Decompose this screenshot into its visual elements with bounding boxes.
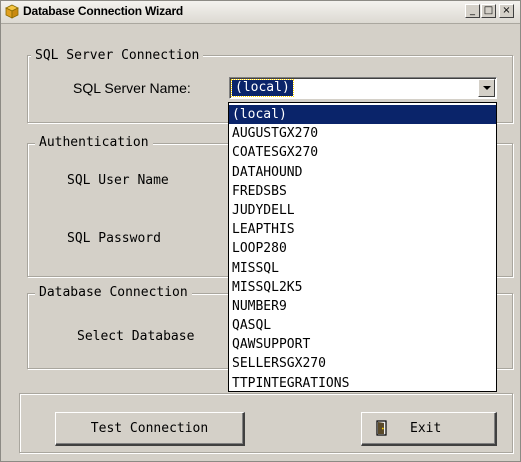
window-title: Database Connection Wizard — [23, 4, 184, 18]
dropdown-option[interactable]: NUMBER9 — [229, 297, 496, 316]
wizard-window: Database Connection Wizard _ □ × SQL Ser… — [0, 0, 521, 462]
dropdown-option[interactable]: MISSQL2K5 — [229, 278, 496, 297]
authentication-legend: Authentication — [35, 136, 153, 150]
close-icon: × — [502, 5, 511, 16]
dropdown-option[interactable]: AUGUSTGX270 — [229, 124, 496, 143]
dropdown-option[interactable]: LEAPTHIS — [229, 220, 496, 239]
sql-server-connection-legend: SQL Server Connection — [31, 49, 204, 63]
minimize-icon: _ — [470, 5, 475, 16]
maximize-button[interactable]: □ — [481, 4, 496, 18]
database-wizard-icon — [5, 4, 19, 19]
dropdown-option[interactable]: FREDSBS — [229, 182, 496, 201]
maximize-icon: □ — [483, 5, 494, 16]
select-database-label: Select Database — [77, 329, 195, 344]
dropdown-option[interactable]: SELLERSGX270 — [229, 354, 496, 373]
sql-user-name-label: SQL User Name — [67, 173, 169, 188]
database-connection-legend: Database Connection — [35, 286, 192, 300]
sql-server-name-value: (local) — [231, 79, 294, 97]
dropdown-option[interactable]: TTPINTEGRATIONS — [229, 374, 496, 393]
dropdown-arrow-button[interactable] — [478, 79, 495, 97]
dropdown-option[interactable]: QAWSUPPORT — [229, 335, 496, 354]
close-button[interactable]: × — [499, 4, 514, 18]
dropdown-option[interactable]: LOOP280 — [229, 239, 496, 258]
door-exit-icon — [376, 420, 387, 436]
dropdown-option[interactable]: QASQL — [229, 316, 496, 335]
minimize-button[interactable]: _ — [465, 4, 480, 18]
test-connection-button[interactable]: Test Connection — [55, 412, 245, 446]
exit-button[interactable]: Exit — [361, 412, 497, 446]
sql-server-name-label: SQL Server Name: — [73, 80, 191, 96]
dropdown-option[interactable]: (local) — [229, 105, 496, 125]
dropdown-option[interactable]: MISSQL — [229, 259, 496, 278]
exit-label: Exit — [410, 421, 442, 436]
dropdown-option[interactable]: COATESGX270 — [229, 143, 496, 162]
dropdown-option[interactable]: DATAHOUND — [229, 163, 496, 182]
sql-server-dropdown-list[interactable]: (local) AUGUSTGX270 COATESGX270 DATAHOUND FR… — [228, 102, 497, 392]
sql-server-name-combobox[interactable]: (local) — [229, 77, 497, 99]
sql-password-label: SQL Password — [67, 231, 161, 246]
test-connection-label: Test Connection — [90, 421, 209, 436]
dropdown-option[interactable]: JUDYDELL — [229, 201, 496, 220]
title-bar[interactable]: Database Connection Wizard _ □ × — [1, 1, 520, 24]
